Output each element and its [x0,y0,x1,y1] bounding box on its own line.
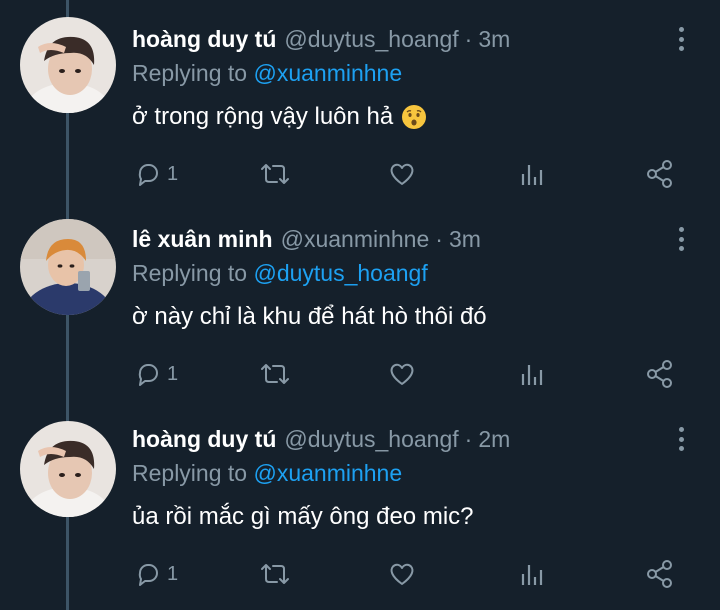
share-button[interactable] [645,356,675,392]
display-name[interactable]: lê xuân minh [132,226,273,253]
tweet-actions: 1 [0,556,720,592]
tweet-text: ờ này chỉ là khu để hát hò thôi đó [132,303,487,331]
replying-to-line: Replying to @xuanminhne [132,60,402,87]
display-name[interactable]: hoàng duy tú [132,426,276,453]
share-icon [647,560,672,588]
tweet-text-content: ờ này chỉ là khu để hát hò thôi đó [132,303,487,330]
tweet-header: hoàng duy tú @duytus_hoangf · 3m [132,26,510,56]
analytics-button[interactable] [518,556,548,592]
reply-count: 1 [167,562,179,585]
analytics-button[interactable] [518,156,548,192]
like-icon [390,363,414,385]
like-icon [390,163,414,185]
timestamp[interactable]: 3m [478,26,510,53]
share-button[interactable] [645,556,675,592]
tweet-actions: 1 [0,356,720,392]
replying-to-line: Replying to @duytus_hoangf [132,260,428,287]
replying-to-line: Replying to @xuanminhne [132,460,402,487]
timestamp[interactable]: 2m [478,426,510,453]
reply-tweet-1[interactable]: hoàng duy tú @duytus_hoangf · 3m Replyin… [0,0,720,200]
separator-dot: · [435,226,443,252]
reply-count: 1 [167,362,179,385]
share-button[interactable] [645,156,675,192]
user-handle[interactable]: @xuanminhne [281,226,430,253]
replying-to-mention[interactable]: @xuanminhne [253,460,402,486]
like-button[interactable] [387,556,417,592]
like-button[interactable] [387,156,417,192]
more-options-icon[interactable] [672,224,690,254]
reply-tweet-2[interactable]: lê xuân minh @xuanminhne · 3m Replying t… [0,200,720,400]
separator-dot: · [464,426,473,452]
analytics-icon [521,365,543,385]
tweet-text: ủa rồi mắc gì mấy ông đeo mic? [132,503,474,531]
timestamp[interactable]: 3m [449,226,481,253]
retweet-button[interactable] [258,556,292,592]
user-handle[interactable]: @duytus_hoangf [284,426,458,453]
tweet-header: lê xuân minh @xuanminhne · 3m [132,226,481,256]
tweet-actions: 1 [0,156,720,192]
share-icon [647,360,672,388]
tweet-text-content: ủa rồi mắc gì mấy ông đeo mic? [132,503,474,530]
user-handle[interactable]: @duytus_hoangf [284,26,458,53]
tweet-text-content: ở trong rộng vậy luôn hả [132,103,394,130]
replying-to-label: Replying to [132,260,248,286]
avatar[interactable] [20,17,116,113]
retweet-icon [261,164,289,184]
tweet-header: hoàng duy tú @duytus_hoangf · 2m [132,426,510,456]
share-icon [647,160,672,188]
replying-to-mention[interactable]: @duytus_hoangf [253,260,427,286]
more-options-icon[interactable] [672,424,690,454]
reply-button[interactable]: 1 [133,156,178,192]
like-icon [390,563,414,585]
retweet-button[interactable] [258,356,292,392]
replying-to-label: Replying to [132,60,248,86]
tweet-text: ở trong rộng vậy luôn hả [132,103,427,131]
analytics-button[interactable] [518,356,548,392]
reply-button[interactable]: 1 [133,356,178,392]
replying-to-label: Replying to [132,460,248,486]
reply-tweet-3[interactable]: hoàng duy tú @duytus_hoangf · 2m Replyin… [0,400,720,600]
retweet-icon [261,364,289,384]
replying-to-mention[interactable]: @xuanminhne [253,60,402,86]
separator-dot: · [464,26,473,52]
like-button[interactable] [387,356,417,392]
analytics-icon [521,565,543,585]
reply-button[interactable]: 1 [133,556,178,592]
reply-icon [138,364,158,386]
more-options-icon[interactable] [672,24,690,54]
reply-icon [138,164,158,186]
avatar[interactable] [20,421,116,517]
retweet-icon [261,564,289,584]
retweet-button[interactable] [258,156,292,192]
display-name[interactable]: hoàng duy tú [132,26,276,53]
reply-count: 1 [167,162,179,185]
avatar[interactable] [20,219,116,315]
reply-icon [138,564,158,586]
hushed-face-emoji-icon [402,105,427,129]
analytics-icon [521,165,543,185]
